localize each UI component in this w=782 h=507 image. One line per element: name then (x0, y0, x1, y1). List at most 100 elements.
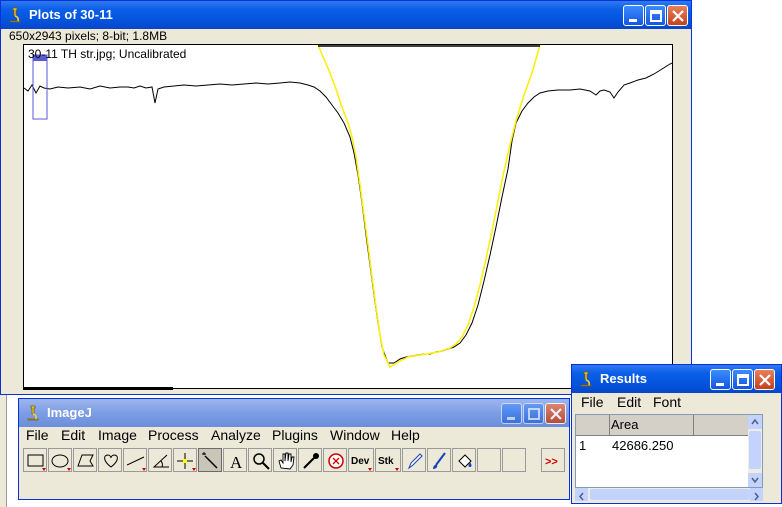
scroll-thumb[interactable] (749, 431, 761, 469)
line-tool[interactable] (123, 448, 147, 472)
dev-menu-tool[interactable]: Dev (348, 448, 374, 472)
magnifier-tool[interactable] (248, 448, 272, 472)
menu-plugins[interactable]: Plugins (272, 427, 318, 443)
results-menubar: File Edit Font (581, 394, 771, 414)
plot-scrollbar[interactable] (23, 387, 173, 390)
menu-edit[interactable]: Edit (61, 427, 85, 443)
plot-window-title: Plots of 30-11 (29, 7, 113, 22)
empty-column-header[interactable] (693, 415, 694, 435)
hand-tool[interactable] (273, 448, 297, 472)
chevron-down-icon (751, 477, 759, 484)
maximize-icon (737, 374, 749, 386)
empty-tool-slot-2 (502, 448, 526, 472)
minimize-button[interactable] (710, 369, 731, 390)
row-area-value: 42686.250 (612, 438, 674, 453)
menu-edit[interactable]: Edit (617, 394, 641, 410)
close-button[interactable] (667, 5, 688, 26)
empty-tool-slot-1 (477, 448, 501, 472)
wand-tool[interactable] (198, 448, 222, 472)
flood-fill-tool-icon (458, 454, 472, 468)
flood-fill-tool[interactable] (452, 448, 476, 472)
polygon-tool[interactable] (73, 448, 97, 472)
rectangle-tool[interactable] (23, 448, 47, 472)
plot-label: 30-11 TH str.jpg; Uncalibrated (28, 47, 187, 61)
maximize-button[interactable] (732, 369, 753, 390)
close-icon (550, 408, 562, 420)
imagej-microscope-icon (27, 405, 39, 421)
scroll-right-arrow[interactable] (750, 488, 763, 501)
menu-file[interactable]: File (26, 427, 49, 443)
scroll-up-arrow[interactable] (748, 415, 762, 429)
brush-tool-icon (433, 452, 446, 469)
oval-tool-icon (51, 454, 71, 471)
vertical-scrollbar[interactable] (748, 415, 762, 487)
magnifier-tool-icon (253, 453, 270, 470)
close-button[interactable] (545, 403, 566, 424)
maximize-button[interactable] (523, 403, 544, 424)
imagej-title: ImageJ (47, 405, 92, 420)
angle-tool[interactable] (148, 448, 172, 472)
menu-window[interactable]: Window (330, 427, 380, 443)
text-tool[interactable]: A (223, 448, 247, 472)
dev-label: Dev (351, 456, 370, 467)
imagej-titlebar[interactable]: ImageJ (19, 399, 569, 427)
maximize-icon (650, 10, 662, 22)
results-table: Area 1 42686.250 (575, 414, 763, 488)
imagej-microscope-icon (580, 371, 592, 387)
selection-outline-yellow (317, 45, 541, 369)
point-tool[interactable] (173, 448, 197, 472)
menu-image[interactable]: Image (98, 427, 137, 443)
color-picker-tool[interactable] (298, 448, 322, 472)
stop-tool[interactable] (323, 448, 347, 472)
brush-tool[interactable] (427, 448, 451, 472)
close-icon (759, 374, 771, 386)
maximize-button[interactable] (645, 5, 666, 26)
oval-tool[interactable] (48, 448, 72, 472)
stk-menu-icon: Stk (378, 456, 399, 471)
imagej-microscope-icon (9, 7, 21, 23)
imagej-toolbar: A Dev Stk >> (23, 448, 567, 472)
freehand-tool-icon (104, 454, 118, 468)
polygon-tool-icon (77, 454, 94, 467)
scroll-down-arrow[interactable] (748, 473, 762, 487)
pencil-tool-icon (407, 453, 423, 470)
more-tools-button[interactable]: >> (541, 448, 565, 472)
menu-analyze[interactable]: Analyze (211, 427, 261, 443)
stk-label: Stk (378, 456, 394, 467)
freehand-tool[interactable] (98, 448, 122, 472)
index-column-header[interactable] (576, 415, 610, 435)
minimize-icon (716, 383, 724, 386)
minimize-button[interactable] (501, 403, 522, 424)
close-icon (672, 10, 684, 22)
pencil-tool[interactable] (402, 448, 426, 472)
menu-help[interactable]: Help (391, 427, 420, 443)
minimize-button[interactable] (623, 5, 644, 26)
plot-window-titlebar[interactable]: Plots of 30-11 (1, 1, 691, 29)
minimize-icon (507, 417, 515, 420)
results-titlebar[interactable]: Results (572, 365, 781, 393)
dev-menu-icon: Dev (351, 456, 372, 471)
chevron-left-icon (579, 492, 584, 501)
stop-icon (328, 453, 344, 469)
horizontal-scrollbar[interactable] (575, 488, 763, 501)
minimize-icon (629, 19, 637, 22)
stk-menu-tool[interactable]: Stk (375, 448, 401, 472)
chevron-right-icon (754, 492, 759, 501)
close-button[interactable] (754, 369, 775, 390)
results-window: Results File Edit Font Area 1 42686.250 (571, 364, 782, 504)
menu-process[interactable]: Process (148, 427, 199, 443)
image-info: 650x2943 pixels; 8-bit; 1.8MB (9, 29, 168, 43)
hscroll-thumb[interactable] (590, 489, 750, 500)
angle-tool-icon (152, 454, 169, 468)
menu-file[interactable]: File (581, 394, 604, 410)
text-tool-label: A (230, 453, 243, 472)
profile-line (24, 62, 672, 364)
plot-window: Plots of 30-11 650x2943 pixels; 8-bit; 1… (0, 0, 692, 395)
area-column-header[interactable]: Area (611, 417, 691, 432)
menu-font[interactable]: Font (653, 394, 681, 410)
table-header-row: Area (576, 415, 762, 436)
scroll-left-arrow[interactable] (575, 488, 588, 501)
table-row[interactable]: 1 42686.250 (576, 437, 762, 455)
plot-canvas[interactable]: 30-11 TH str.jpg; Uncalibrated (23, 44, 673, 389)
more-tools-label: >> (545, 456, 558, 468)
